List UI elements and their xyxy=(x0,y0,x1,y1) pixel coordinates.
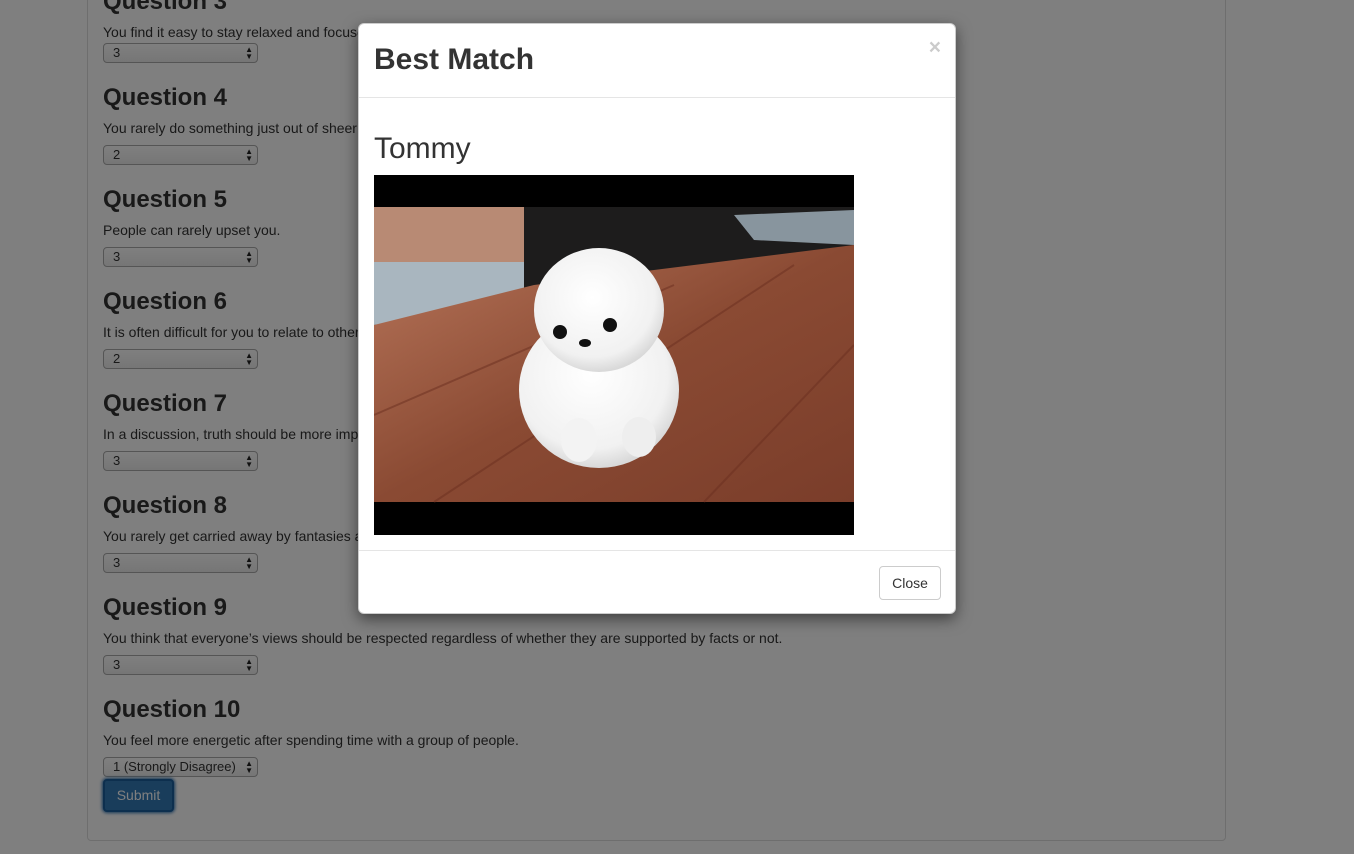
modal-header: Best Match × xyxy=(359,24,955,98)
close-icon[interactable]: × xyxy=(929,36,941,60)
photo-scene xyxy=(374,207,854,503)
close-button[interactable]: Close xyxy=(879,566,941,600)
match-name: Tommy xyxy=(374,132,471,165)
modal-footer: Close xyxy=(359,550,955,613)
match-photo xyxy=(374,175,854,535)
best-match-modal: Best Match × Tommy Close xyxy=(358,23,956,614)
modal-title: Best Match xyxy=(374,43,535,76)
